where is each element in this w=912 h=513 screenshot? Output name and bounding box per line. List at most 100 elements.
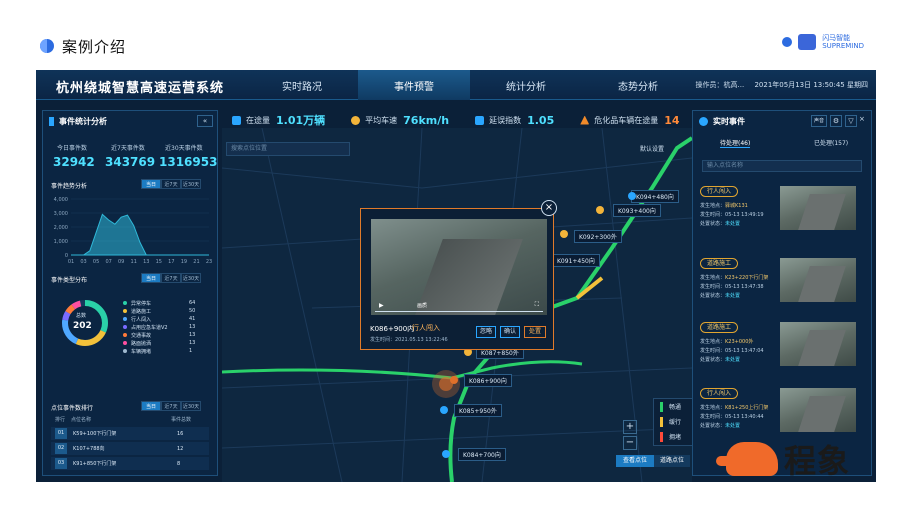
brand-dot-icon — [782, 37, 793, 47]
map-pin-label[interactable]: K086+900向 — [464, 374, 512, 387]
tab-7days[interactable]: 近7天 — [161, 273, 181, 283]
warning-pin-icon[interactable] — [596, 206, 604, 214]
trend-title: 事件趋势分析 — [51, 183, 88, 190]
datetime: 2021年05月13日 13:50:45 星期四 — [754, 81, 868, 89]
donut-total-label: 总数 — [76, 313, 87, 319]
warning-pin-icon[interactable] — [560, 230, 568, 238]
sound-button[interactable]: 声音 — [811, 115, 827, 127]
warning-pin-icon[interactable] — [450, 376, 458, 384]
ranking-tabs: 当日 近7天 近30天 — [141, 401, 201, 411]
tab-30days[interactable]: 近30天 — [181, 401, 201, 411]
stat-hazmat: 危化品车辆在途量 14 — [580, 114, 680, 127]
legend-swatch — [660, 431, 663, 442]
zoom-in-button[interactable]: + — [623, 420, 637, 434]
handle-button[interactable]: 处置 — [524, 326, 546, 338]
event-card[interactable]: 道路施工 发生地点：K23+000外 发生时间：05-13 13:47:04 处… — [700, 322, 870, 382]
table-row[interactable]: 01 K59+100下行门架 16 — [51, 427, 209, 440]
kpi-value: 1316953 — [159, 155, 218, 169]
map-pin-label[interactable]: K094+480向 — [631, 190, 679, 203]
camera-points-button[interactable]: 查看点位 — [616, 455, 654, 467]
collapse-button[interactable]: « — [197, 115, 213, 127]
camera-pin-icon[interactable] — [442, 450, 450, 458]
event-card[interactable]: 道路施工 发生地点：K23+220下行门架 发生时间：05-13 13:47:3… — [700, 258, 870, 318]
event-card[interactable]: 行人闯入 发生地点：驿城K131 发生时间：05-13 13:49:19 处置状… — [700, 186, 870, 246]
event-snapshot[interactable] — [780, 186, 856, 230]
legend-swatch — [660, 416, 663, 427]
type-legend: 异常停车 64 道路施工 50 行人闯入 41 占用应急车道V2 13 交通事故 13 路… — [123, 299, 195, 355]
car-icon — [232, 115, 241, 125]
event-status: 未处置 — [725, 221, 741, 227]
table-row[interactable]: 03 K91+850下行门架 8 — [51, 457, 209, 470]
operator[interactable]: 操作员：杭高... — [696, 81, 745, 89]
zoom-out-button[interactable]: − — [623, 436, 637, 450]
map-pin-label[interactable]: K084+700向 — [458, 448, 506, 461]
legend-item: 异常停车 64 — [123, 299, 195, 307]
top-bar: 杭州绕城智慧高速运营系统 实时路况 事件预警 统计分析 态势分析 操作员：杭高.… — [36, 70, 876, 100]
traffic-legend: 畅通 缓行 拥堵 — [653, 398, 693, 446]
tab-30days[interactable]: 近30天 — [181, 179, 201, 189]
tab-30days[interactable]: 近30天 — [181, 273, 201, 283]
map-pin-label[interactable]: K092+300外 — [574, 230, 622, 243]
event-snapshot[interactable] — [780, 322, 856, 366]
event-stats-panel: 事件统计分析 « 今日事件数 近7天事件数 近30天事件数 32942 3437… — [42, 110, 218, 476]
legend-item: 畅通 — [654, 399, 692, 414]
tab-pending[interactable]: 待处理(46) — [720, 138, 751, 148]
event-search-input[interactable]: 输入点位名称 — [702, 160, 862, 172]
event-type-badge: 道路施工 — [700, 258, 739, 269]
legend-item: 缓行 — [654, 414, 692, 429]
event-time: 05-13 13:47:04 — [725, 348, 764, 354]
elephant-logo-icon — [716, 442, 778, 476]
camera-video[interactable]: ▶ 画质 ⛶ — [371, 219, 547, 315]
donut-total-value: 202 — [73, 321, 92, 331]
close-popup-button[interactable]: × — [541, 200, 557, 216]
tab-today[interactable]: 当日 — [141, 273, 161, 283]
map-pin-label[interactable]: K085+950外 — [454, 404, 502, 417]
x-tick-label: 13 — [143, 259, 149, 265]
brand-logo-icon — [798, 34, 817, 50]
x-tick-label: 23 — [206, 259, 212, 265]
stat-avg-speed: 平均车速 76km/h — [351, 114, 449, 127]
tab-today[interactable]: 当日 — [141, 401, 161, 411]
panel-title: 事件统计分析 — [59, 117, 107, 126]
ignore-button[interactable]: 忽略 — [476, 326, 496, 338]
video-progress-bar[interactable] — [375, 311, 543, 312]
settings-icon[interactable]: ⚙ — [830, 115, 842, 127]
trend-chart: 4,0003,0002,0001,000001 03 05 07 09 11 13 15 17 1… — [54, 197, 213, 265]
map-search-input[interactable]: 搜索点位位置 — [226, 142, 350, 156]
map-pin-label[interactable]: K091+450向 — [552, 254, 600, 267]
tab-7days[interactable]: 近7天 — [161, 401, 181, 411]
popup-location: K086+900内 — [370, 325, 415, 333]
tab-7days[interactable]: 近7天 — [161, 179, 181, 189]
default-view-button[interactable]: 默认设置 — [640, 144, 664, 153]
kpi-value: 343769 — [105, 155, 156, 169]
camera-pin-icon[interactable] — [628, 192, 636, 200]
stat-in-transit: 在途量 1.01万辆 — [232, 112, 325, 128]
close-icon[interactable]: × — [859, 115, 869, 127]
event-snapshot[interactable] — [780, 388, 856, 432]
brand: 闪马智能 SUPREMIND — [782, 34, 864, 50]
filter-icon[interactable]: ▽ — [845, 115, 857, 127]
slide: 案例介绍 闪马智能 SUPREMIND 杭州绕城智慧高速运营系统 实时路况 事件… — [0, 0, 912, 513]
camera-pin-icon[interactable] — [440, 406, 448, 414]
video-quality-label[interactable]: 画质 — [417, 302, 427, 309]
tab-event-warning[interactable]: 事件预警 — [358, 70, 470, 100]
hazard-icon — [580, 115, 590, 125]
tab-today[interactable]: 当日 — [141, 179, 161, 189]
tab-handled[interactable]: 已处理(157) — [814, 138, 848, 147]
type-dist-tabs: 当日 近7天 近30天 — [141, 273, 201, 283]
table-row[interactable]: 02 K107+788向 12 — [51, 442, 209, 455]
event-status: 未处置 — [725, 293, 741, 299]
app-title: 杭州绕城智慧高速运营系统 — [56, 81, 225, 96]
fullscreen-icon[interactable]: ⛶ — [535, 301, 539, 309]
slide-title: 案例介绍 — [62, 37, 127, 56]
tab-situation[interactable]: 态势分析 — [582, 70, 694, 100]
popup-event-type: 行人闯入 — [412, 324, 440, 332]
event-snapshot[interactable] — [780, 258, 856, 302]
map-pin-label[interactable]: K093+400向 — [613, 204, 661, 217]
tab-realtime-traffic[interactable]: 实时路况 — [246, 70, 358, 100]
tab-statistics[interactable]: 统计分析 — [470, 70, 582, 100]
confirm-button[interactable]: 确认 — [500, 326, 520, 338]
slide-header: 案例介绍 — [40, 36, 126, 56]
play-icon[interactable]: ▶ — [379, 302, 384, 309]
road-points-button[interactable]: 道路点位 — [654, 455, 690, 467]
